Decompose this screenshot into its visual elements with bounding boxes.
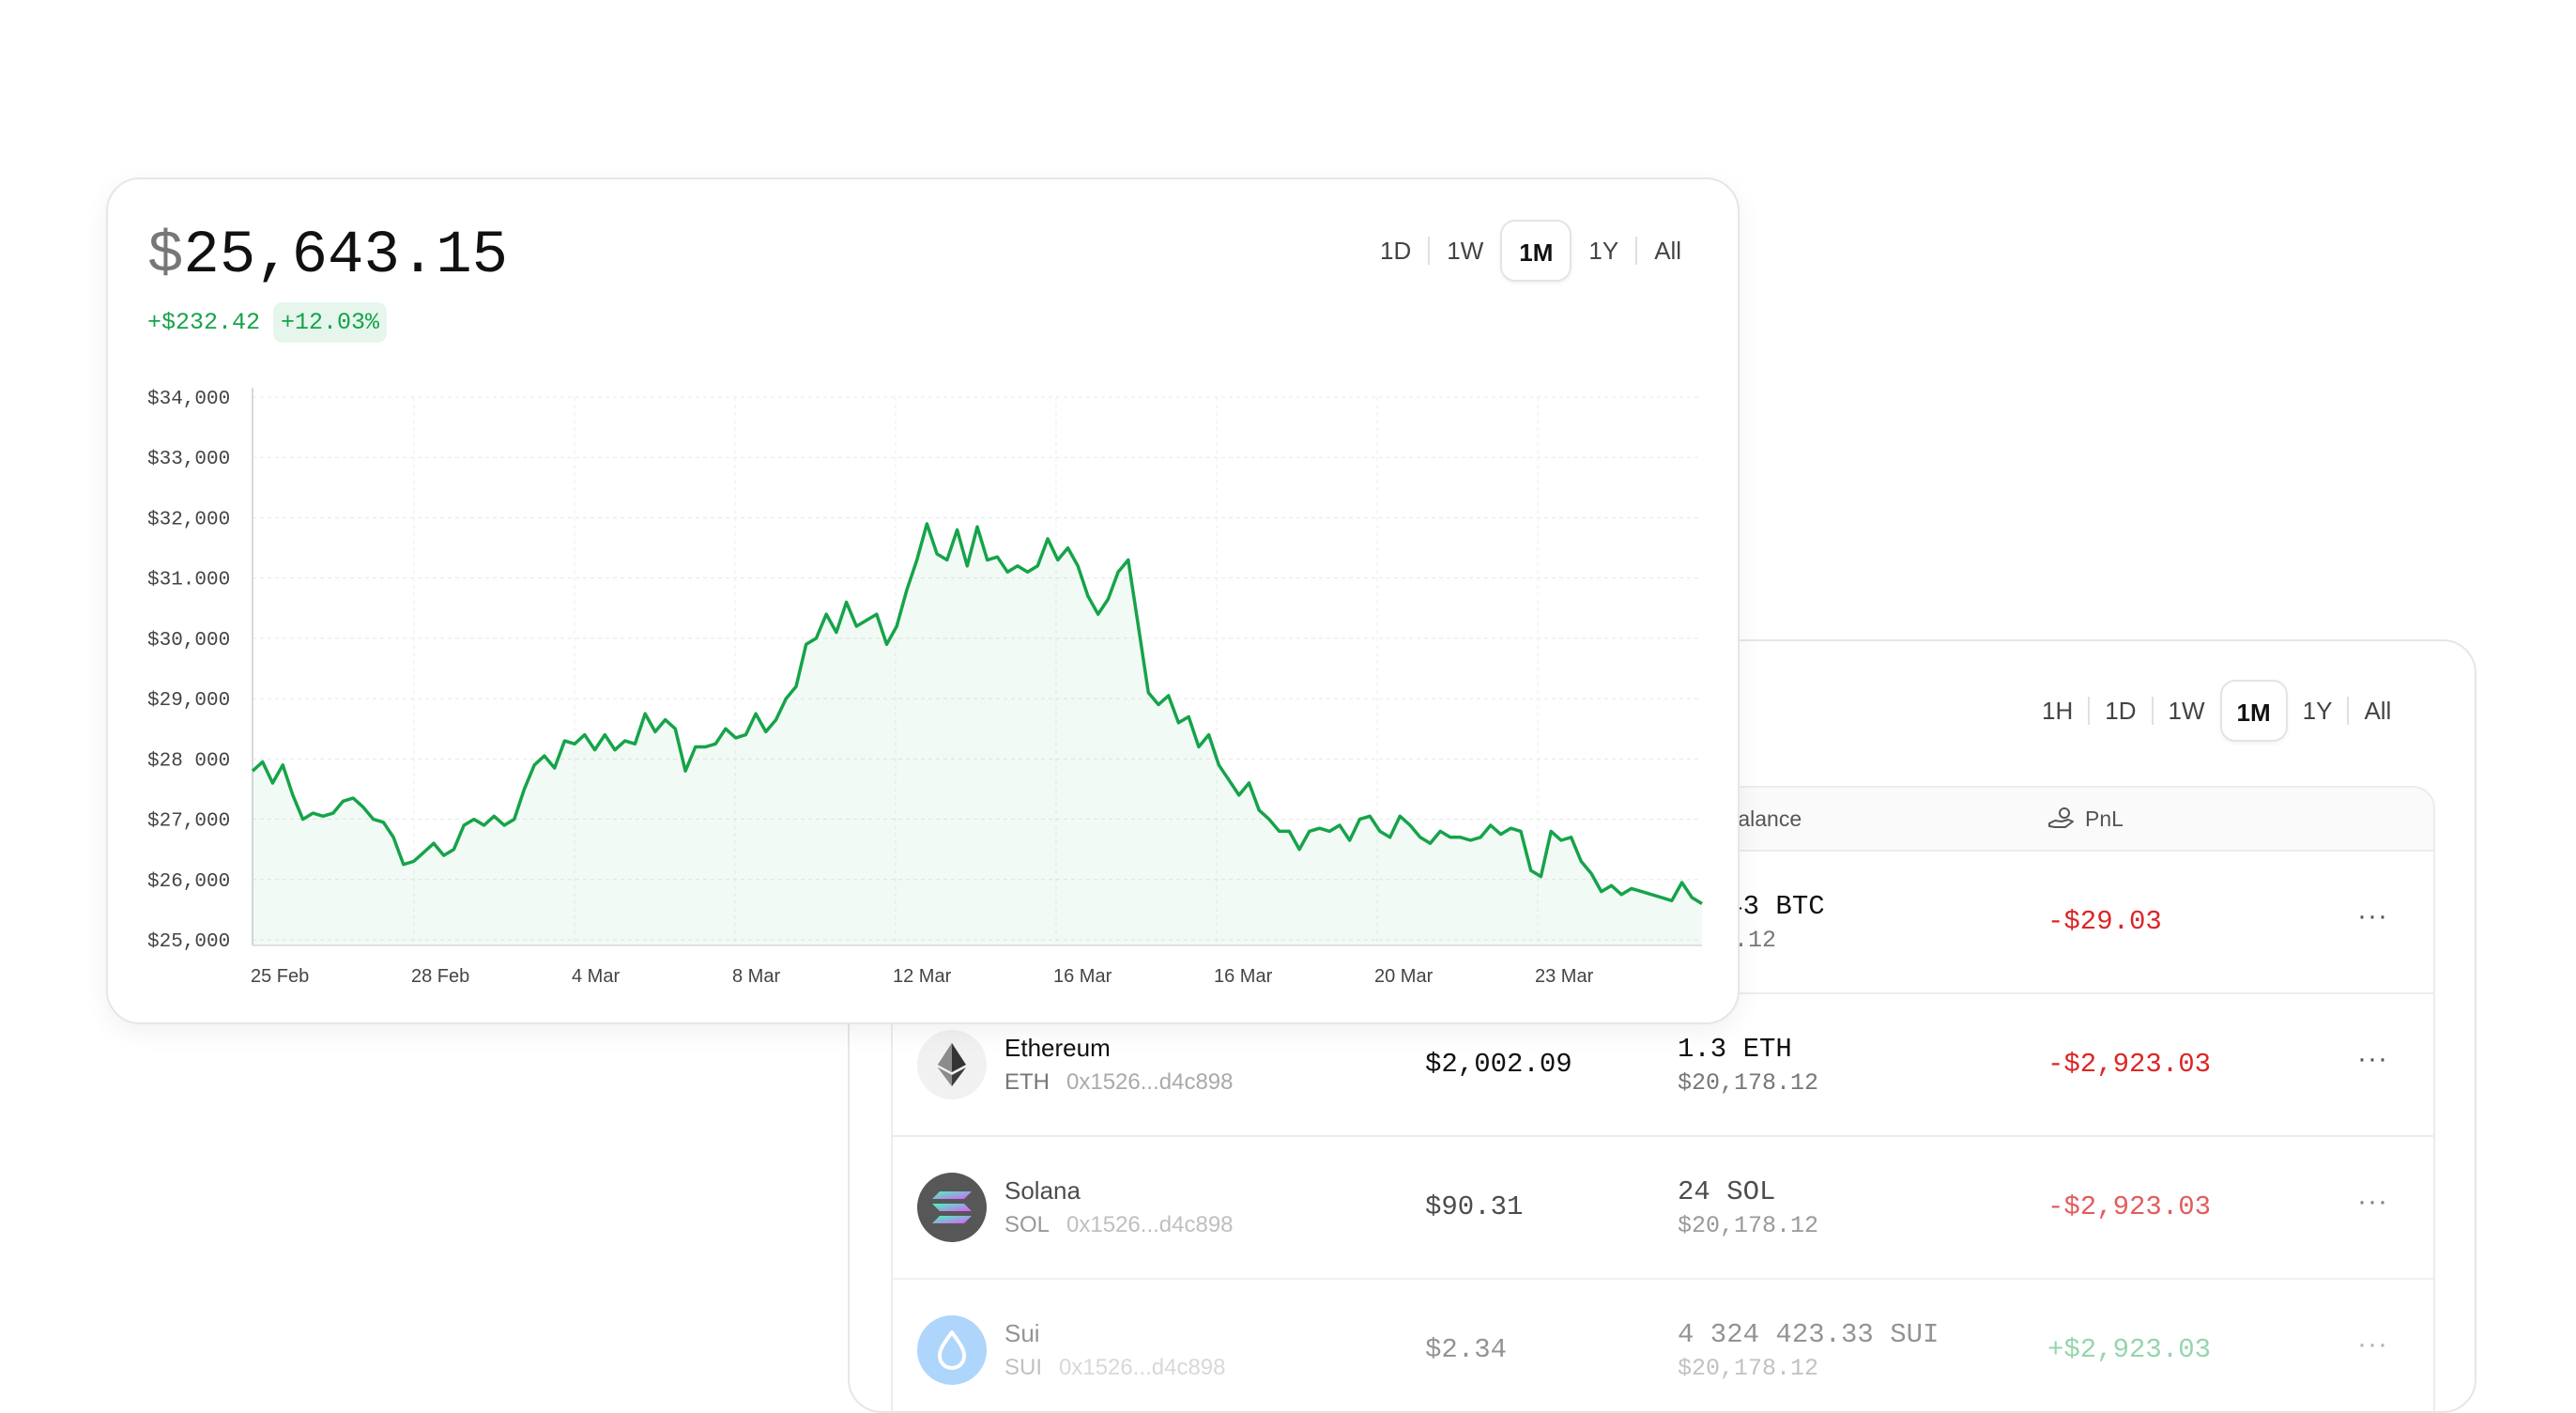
asset-address: 0x1526...d4c898 <box>1059 1355 1226 1380</box>
portfolio-line-chart: $34,000 $33,000 $32,000 $31.000 $30,000 $29,0… <box>147 388 1703 987</box>
asset-balance: 1.3 ETH <box>1678 1034 1792 1065</box>
hand-coin-icon <box>2048 807 2074 828</box>
asset-pnl: -$29.03 <box>2047 906 2162 937</box>
tab-all[interactable]: All <box>2349 680 2406 742</box>
asset-subtitle: ETH 0x1526...d4c898 <box>1004 1069 1233 1096</box>
x-tick-label: 23 Mar <box>1535 966 1594 987</box>
asset-price: $90.31 <box>1425 1191 1524 1222</box>
x-tick-label: 25 Feb <box>251 966 309 987</box>
x-tick-label: 8 Mar <box>732 966 780 987</box>
column-pnl: PnL <box>2047 788 2124 850</box>
ethereum-logo-icon <box>917 1030 987 1099</box>
asset-address: 0x1526...d4c898 <box>1066 1212 1234 1237</box>
x-tick-label: 4 Mar <box>572 966 620 987</box>
y-tick-label: $30,000 <box>147 630 230 652</box>
tab-1h[interactable]: 1H <box>2027 680 2088 742</box>
asset-subtitle: SUI 0x1526...d4c898 <box>1004 1355 1226 1381</box>
sui-logo-icon <box>917 1315 987 1385</box>
asset-address: 0x1526...d4c898 <box>1066 1069 1234 1095</box>
tab-1w[interactable]: 1W <box>2154 680 2220 742</box>
x-tick-label: 28 Feb <box>411 966 469 987</box>
column-pnl-label: PnL <box>2085 806 2124 831</box>
y-tick-label: $31.000 <box>147 570 230 591</box>
more-options-button[interactable]: ··· <box>2357 900 2388 932</box>
asset-pnl: +$2,923.03 <box>2047 1334 2212 1365</box>
x-tick-label: 12 Mar <box>893 966 952 987</box>
asset-pnl: -$2,923.03 <box>2047 1191 2212 1222</box>
asset-symbol: ETH <box>1004 1069 1050 1095</box>
y-tick-label: $26,000 <box>147 871 230 893</box>
tab-1m[interactable]: 1M <box>2219 680 2288 742</box>
asset-balance: 4 324 423.33 SUI <box>1678 1319 1940 1350</box>
asset-price: $2.34 <box>1425 1334 1508 1365</box>
more-options-button[interactable]: ··· <box>2357 1186 2388 1218</box>
asset-subtitle: SOL 0x1526...d4c898 <box>1004 1212 1234 1238</box>
more-options-button[interactable]: ··· <box>2357 1329 2388 1360</box>
y-tick-label: $25,000 <box>147 931 230 953</box>
more-options-button[interactable]: ··· <box>2357 1043 2388 1075</box>
asset-name: Solana <box>1004 1176 1081 1205</box>
asset-balance-usd: $20,178.12 <box>1678 1212 1819 1239</box>
asset-price: $2,002.09 <box>1425 1049 1572 1080</box>
asset-balance: 24 SOL <box>1678 1176 1776 1207</box>
x-tick-label: 20 Mar <box>1374 966 1434 987</box>
asset-pnl: -$2,923.03 <box>2047 1049 2212 1080</box>
asset-balance-usd: $20,178.12 <box>1678 1355 1819 1382</box>
assets-range-tabs: 1H 1D 1W 1M 1Y All <box>2027 680 2406 742</box>
series-area <box>253 523 1702 945</box>
y-tick-label: $34,000 <box>147 389 230 410</box>
table-row[interactable]: Sui SUI 0x1526...d4c898 $2.34 4 324 423.3… <box>893 1280 2433 1411</box>
asset-balance-usd: $20,178.12 <box>1678 1069 1819 1097</box>
y-tick-label: $27,000 <box>147 811 230 833</box>
table-row[interactable]: Solana SOL 0x1526...d4c898 $90.31 24 SOL … <box>893 1137 2433 1280</box>
asset-name: Sui <box>1004 1319 1040 1347</box>
solana-logo-icon <box>917 1173 987 1242</box>
y-tick-label: $33,000 <box>147 449 230 470</box>
x-tick-label: 16 Mar <box>1214 966 1273 987</box>
y-tick-label: $28 000 <box>147 750 230 772</box>
asset-symbol: SUI <box>1004 1355 1043 1380</box>
tab-1d[interactable]: 1D <box>2090 680 2151 742</box>
portfolio-chart-card: $25,643.15 +$232.42 +12.03% 1D 1W 1M 1Y … <box>106 177 1740 1024</box>
y-tick-label: $29,000 <box>147 690 230 712</box>
asset-name: Ethereum <box>1004 1034 1111 1062</box>
tab-1y[interactable]: 1Y <box>2288 680 2348 742</box>
x-tick-label: 16 Mar <box>1053 966 1112 987</box>
y-tick-label: $32,000 <box>147 509 230 530</box>
asset-symbol: SOL <box>1004 1212 1050 1237</box>
